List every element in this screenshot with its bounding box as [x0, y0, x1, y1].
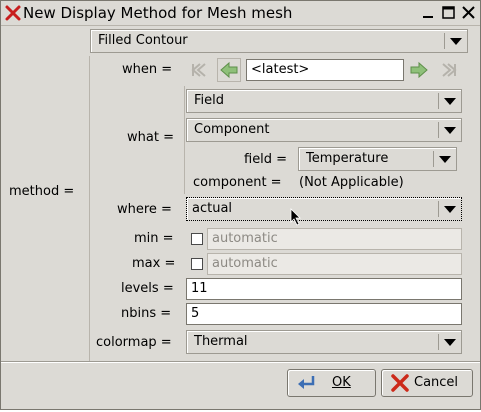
- next-arrow-icon[interactable]: [407, 58, 431, 82]
- component-value: (Not Applicable): [299, 175, 404, 190]
- ok-label: OK: [332, 375, 351, 390]
- cancel-button[interactable]: Cancel: [381, 369, 473, 397]
- cancel-x-icon: [391, 374, 409, 392]
- ok-button[interactable]: OK: [287, 369, 376, 397]
- maximize-icon[interactable]: [441, 5, 456, 20]
- dialog-window: New Display Method for Mesh mesh method …: [0, 0, 481, 410]
- component-label: component =: [193, 175, 282, 190]
- levels-label: levels =: [121, 281, 174, 296]
- what-label: what =: [127, 130, 174, 145]
- mouse-cursor-icon: [290, 208, 301, 226]
- method-value: Filled Contour: [98, 33, 188, 48]
- nbins-input[interactable]: 5: [186, 303, 462, 325]
- max-input[interactable]: automatic: [207, 253, 462, 275]
- cancel-label: Cancel: [414, 375, 459, 390]
- colormap-combo[interactable]: Thermal: [186, 330, 462, 354]
- colormap-label: colormap =: [96, 335, 172, 350]
- where-combo[interactable]: actual: [186, 197, 462, 221]
- min-value: automatic: [212, 231, 278, 246]
- nbins-value: 5: [191, 306, 200, 321]
- colormap-value: Thermal: [194, 334, 248, 349]
- levels-value: 11: [191, 281, 208, 296]
- when-input[interactable]: <latest>: [246, 59, 404, 81]
- first-icon[interactable]: [187, 58, 211, 82]
- min-checkbox[interactable]: [191, 233, 203, 245]
- when-label: when =: [122, 62, 173, 77]
- title-bar[interactable]: New Display Method for Mesh mesh: [1, 1, 480, 26]
- where-value: actual: [192, 201, 233, 216]
- what-type-combo[interactable]: Field: [186, 89, 462, 113]
- when-value: <latest>: [251, 62, 310, 77]
- levels-input[interactable]: 11: [186, 278, 462, 300]
- min-label: min =: [134, 231, 174, 246]
- chevron-down-icon: [439, 198, 461, 220]
- method-combo[interactable]: Filled Contour: [90, 29, 468, 53]
- ok-arrow-icon: [298, 376, 315, 389]
- nbins-label: nbins =: [121, 306, 172, 321]
- prev-arrow-icon[interactable]: [217, 58, 241, 82]
- close-icon[interactable]: [461, 5, 476, 20]
- field-label: field =: [244, 152, 288, 167]
- min-input[interactable]: automatic: [207, 228, 462, 250]
- what-type-value: Field: [194, 93, 225, 108]
- chevron-down-icon: [434, 148, 456, 170]
- what-kind-value: Component: [194, 122, 270, 137]
- max-label: max =: [132, 256, 176, 271]
- frame-left-border: [89, 56, 90, 361]
- window-title: New Display Method for Mesh mesh: [23, 4, 293, 22]
- chevron-down-icon: [439, 331, 461, 353]
- last-icon[interactable]: [437, 58, 461, 82]
- minimize-icon[interactable]: [421, 5, 436, 20]
- chevron-down-icon: [445, 30, 467, 52]
- frame-inner-border: [184, 86, 185, 194]
- chevron-down-icon: [439, 119, 461, 141]
- button-separator: [1, 361, 480, 362]
- close-x-icon: [5, 5, 21, 21]
- what-kind-combo[interactable]: Component: [186, 118, 462, 142]
- chevron-down-icon: [439, 90, 461, 112]
- field-value: Temperature: [306, 151, 389, 166]
- field-combo[interactable]: Temperature: [298, 147, 457, 171]
- method-label: method =: [9, 184, 75, 199]
- max-checkbox[interactable]: [191, 258, 203, 270]
- max-value: automatic: [212, 256, 278, 271]
- where-label: where =: [117, 202, 172, 217]
